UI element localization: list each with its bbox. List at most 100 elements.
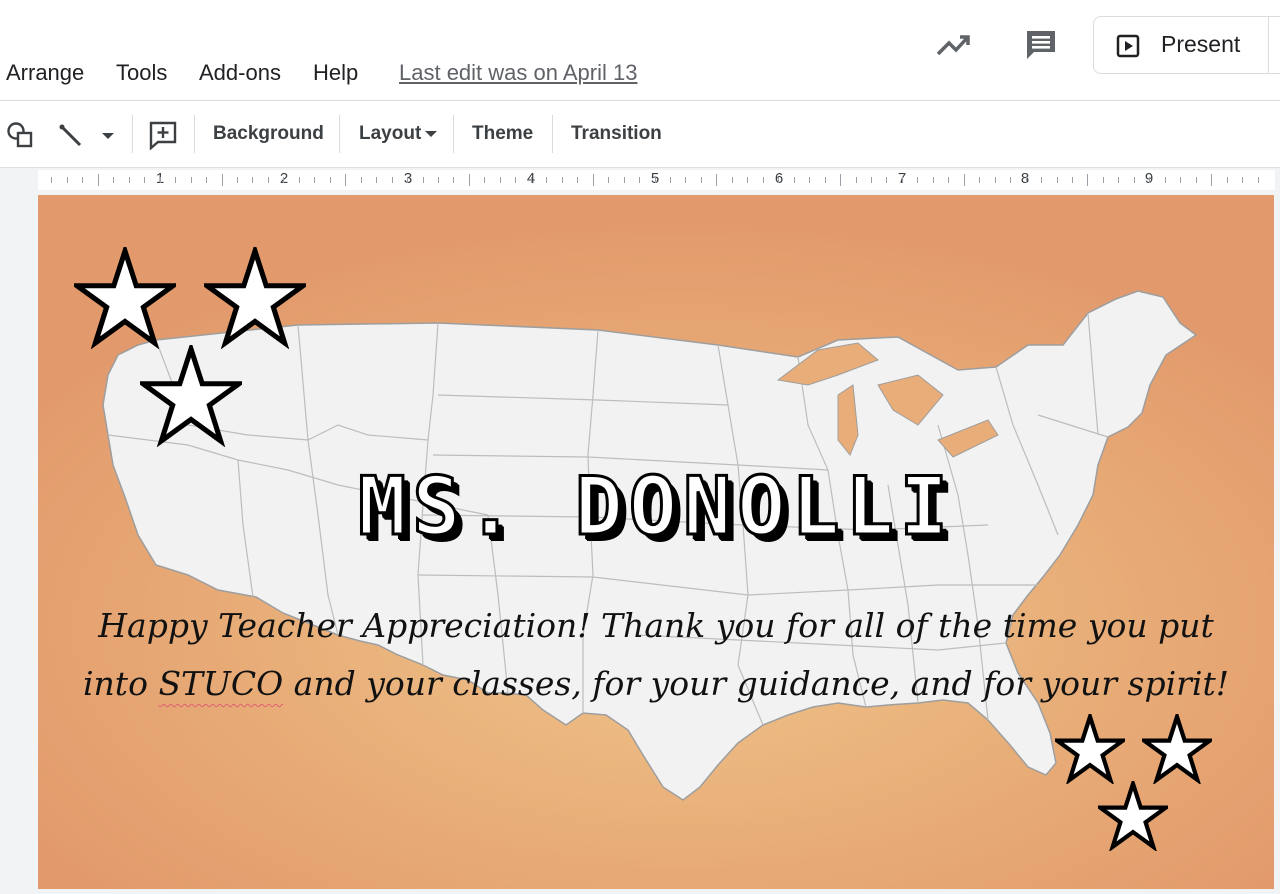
shape-icon[interactable] [6,121,34,149]
ruler-tick [144,177,145,183]
ruler-tick [98,174,99,186]
ruler-tick [1180,177,1181,183]
ruler-tick [655,177,656,183]
ruler-tick [917,177,918,183]
menu-tools[interactable]: Tools [116,60,167,86]
ruler-tick [716,174,717,186]
ruler-tick [794,177,795,183]
toolbar-separator [194,115,195,153]
ruler-tick [825,177,826,183]
ruler-tick [1041,177,1042,183]
ruler-tick [330,177,331,183]
menu-arrange[interactable]: Arrange [6,60,84,86]
ruler-tick [856,177,857,183]
ruler-number: 2 [279,170,289,187]
ruler-tick [964,174,965,186]
ruler-tick [82,177,83,183]
ruler-tick [345,174,346,186]
ruler-tick [902,177,903,183]
layout-label: Layout [359,123,422,144]
ruler-tick [222,174,223,186]
new-comment-icon[interactable] [148,120,178,150]
ruler-tick [469,174,470,186]
ruler-tick [840,174,841,186]
activity-trend-icon[interactable] [936,32,972,58]
ruler-tick [392,177,393,183]
transition-button[interactable]: Transition [571,123,662,145]
ruler-tick [1010,177,1011,183]
ruler-tick [175,177,176,183]
toolbar-separator [132,115,133,153]
ruler-tick [995,177,996,183]
star-icon[interactable] [204,247,306,349]
line-icon[interactable] [58,123,84,149]
ruler-tick [407,177,408,183]
comments-icon[interactable] [1024,28,1058,62]
ruler-tick [113,177,114,183]
ruler-tick [948,177,949,183]
menu-help[interactable]: Help [313,60,358,86]
horizontal-ruler[interactable]: 1 2 3 4 5 6 7 8 9 [38,170,1275,190]
star-icon[interactable] [74,247,176,349]
ruler-tick [438,177,439,183]
ruler-tick [51,177,52,183]
present-button[interactable]: Present [1093,16,1280,74]
menu-bar: Arrange Tools Add-ons Help Last edit was… [0,0,1280,100]
ruler-tick [376,177,377,183]
menu-add-ons[interactable]: Add-ons [199,60,281,86]
ruler-tick [886,177,887,183]
spellcheck-underlined-word: STUCO [158,664,284,703]
ruler-tick [423,177,424,183]
layout-button[interactable]: Layout [359,123,438,145]
ruler-tick [531,177,532,183]
ruler-tick [670,177,671,183]
ruler-tick [160,177,161,183]
ruler-tick [314,177,315,183]
star-icon[interactable] [140,345,242,447]
star-icon[interactable] [1142,714,1212,784]
ruler-tick [453,177,454,183]
ruler-tick [268,177,269,183]
ruler-tick [1026,177,1027,183]
ruler-tick [67,177,68,183]
ruler-tick [732,177,733,183]
layout-caret-icon [425,131,438,137]
ruler-tick [1211,174,1212,186]
toolbar-separator [552,115,553,153]
star-icon[interactable] [1055,714,1125,784]
background-button[interactable]: Background [213,123,324,145]
toolbar: Background Layout Theme Transition [0,101,1280,167]
ruler-tick [361,177,362,183]
ruler-tick [639,177,640,183]
ruler-tick [283,177,284,183]
ruler-tick [546,177,547,183]
ruler-tick [1072,177,1073,183]
ruler-tick [252,177,253,183]
ruler-tick [515,177,516,183]
ruler-tick [237,177,238,183]
ruler-tick [1103,177,1104,183]
present-play-icon [1116,34,1140,58]
ruler-tick [1196,177,1197,183]
ruler-number: 3 [403,170,413,187]
theme-button[interactable]: Theme [472,123,533,145]
ruler-tick [685,177,686,183]
slide-title[interactable]: MS. DONOLLI [38,459,1274,555]
ruler-tick [1258,177,1259,183]
dropdown-caret-icon[interactable] [100,131,116,141]
star-icon[interactable] [1098,781,1168,851]
slide-message[interactable]: Happy Teacher Appreciation! Thank you fo… [78,597,1234,713]
slide[interactable]: MS. DONOLLI Happy Teacher Appreciation! … [38,195,1274,889]
last-edit-link[interactable]: Last edit was on April 13 [399,60,637,86]
ruler-tick [500,177,501,183]
ruler-tick [979,177,980,183]
ruler-tick [1057,177,1058,183]
ruler-tick [778,177,779,183]
ruler-number: 6 [774,170,784,187]
present-label: Present [1161,31,1241,57]
ruler-tick [1242,177,1243,183]
ruler-tick [747,177,748,183]
ruler-tick [871,177,872,183]
ruler-tick [593,174,594,186]
ruler-tick [624,177,625,183]
